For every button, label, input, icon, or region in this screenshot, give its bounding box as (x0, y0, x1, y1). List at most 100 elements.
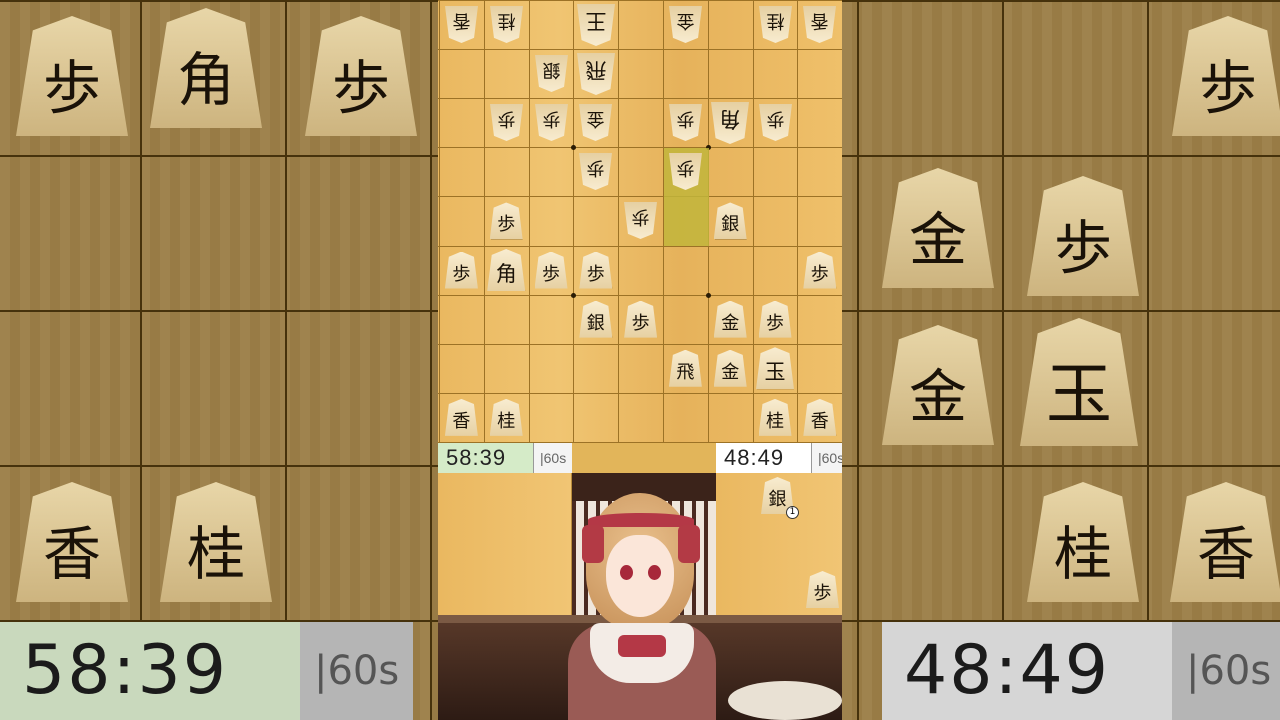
sente-piece[interactable]: 角 (487, 249, 526, 292)
gote-time: 48:49 (716, 443, 811, 473)
backdrop-piece: 香 (1170, 482, 1280, 602)
board-grid-line (438, 343, 842, 345)
cafe-window (572, 473, 716, 623)
sente-piece[interactable]: 飛 (668, 349, 702, 387)
sente-piece[interactable]: 歩 (489, 202, 523, 240)
board-grid-line (438, 392, 842, 394)
backdrop-piece: 歩 (1027, 176, 1139, 296)
backdrop-piece: 香 (16, 482, 128, 602)
cafe-beam (572, 473, 716, 501)
backdrop-clock-sente: 58:39 |60s (0, 622, 414, 720)
backdrop-sente-byoyomi: |60s (300, 622, 414, 720)
backdrop-piece: 歩 (16, 16, 128, 136)
cafe-counter (438, 615, 842, 720)
sente-piece[interactable]: 歩 (758, 300, 792, 338)
backdrop-gote-time: 48:49 (882, 622, 1172, 720)
board-grid-line (439, 0, 440, 443)
backdrop-piece: 玉 (1020, 318, 1138, 446)
avatar-ribbon (618, 635, 666, 657)
gote-piece[interactable]: 角 (711, 102, 749, 144)
board-grid-line (438, 147, 842, 149)
board-grid-line (797, 0, 799, 443)
gote-piece[interactable]: 歩 (579, 153, 612, 190)
cafe-counter-top (438, 615, 842, 623)
board-star-point (571, 145, 577, 151)
sente-piece[interactable]: 歩 (579, 251, 613, 289)
board-star-point (705, 292, 711, 298)
sente-piece[interactable]: 玉 (756, 347, 794, 390)
sente-piece[interactable]: 金 (713, 300, 747, 338)
avatar-bow-right (678, 525, 700, 563)
sente-clock: 58:39 |60s (438, 443, 573, 473)
backdrop-piece: 金 (882, 325, 994, 445)
board-grid-line (438, 0, 842, 1)
sente-piece[interactable]: 香 (444, 398, 478, 436)
sente-piece[interactable]: 銀 (579, 300, 613, 338)
board-grid-line (528, 0, 530, 443)
shogi-board[interactable]: 香桂王金桂香銀飛歩歩金歩角歩歩歩歩歩銀歩角歩歩歩銀歩金歩飛金玉香桂桂香 (438, 0, 842, 443)
gote-hand-area[interactable]: 銀 1 歩 (716, 473, 842, 615)
backdrop-piece: 歩 (305, 16, 417, 136)
backdrop-piece: 角 (150, 8, 262, 128)
gote-piece[interactable]: 歩 (759, 104, 792, 141)
avatar-bow-left (582, 525, 604, 563)
backdrop-piece: 金 (882, 168, 994, 288)
board-grid-line (618, 0, 620, 443)
avatar-body (568, 623, 716, 720)
sente-byoyomi: |60s (533, 443, 573, 473)
gote-piece[interactable]: 桂 (759, 6, 792, 43)
avatar-face (606, 535, 674, 617)
gote-piece[interactable]: 桂 (490, 6, 523, 43)
board-grid-line (438, 245, 842, 247)
sente-piece[interactable]: 桂 (489, 398, 523, 436)
gote-piece[interactable]: 香 (803, 6, 836, 43)
last-move-highlight (664, 197, 709, 247)
gote-piece[interactable]: 金 (579, 104, 612, 141)
board-grid-line (438, 196, 842, 198)
backdrop-gote-byoyomi: |60s (1172, 622, 1280, 720)
avatar-collar (590, 623, 694, 683)
sente-piece[interactable]: 歩 (534, 251, 568, 289)
avatar-hair (586, 493, 694, 628)
gote-piece[interactable]: 香 (445, 6, 478, 43)
gote-piece[interactable]: 王 (577, 4, 615, 46)
sente-piece[interactable]: 桂 (758, 398, 792, 436)
avatar-headband (588, 513, 694, 527)
shogi-panel: 香桂王金桂香銀飛歩歩金歩角歩歩歩歩歩銀歩角歩歩歩銀歩金歩飛金玉香桂桂香 58:3… (438, 0, 842, 720)
avatar-eye-right (648, 565, 661, 580)
board-grid-line (438, 98, 842, 100)
sente-piece[interactable]: 銀 (713, 202, 747, 240)
backdrop-left: 歩 角 歩 香 桂 58:39 |60s (0, 0, 440, 720)
sente-piece[interactable]: 歩 (624, 300, 658, 338)
sente-piece[interactable]: 歩 (803, 251, 837, 289)
cafe-table (728, 681, 842, 720)
gote-piece[interactable]: 銀 (535, 55, 568, 92)
gote-piece[interactable]: 金 (669, 6, 702, 43)
backdrop-piece: 桂 (160, 482, 272, 602)
board-grid-line (573, 0, 575, 443)
gote-piece[interactable]: 飛 (577, 53, 615, 95)
gote-byoyomi: |60s (811, 443, 842, 473)
backdrop-sente-time: 58:39 (0, 622, 300, 720)
gote-piece[interactable]: 歩 (535, 104, 568, 141)
sente-time: 58:39 (438, 443, 533, 473)
backdrop-piece: 歩 (1172, 16, 1280, 136)
avatar-eye-left (620, 565, 633, 580)
sente-hand-area[interactable] (438, 473, 572, 615)
gote-hand-piece[interactable]: 歩 (806, 571, 839, 608)
board-grid-line (438, 49, 842, 51)
sente-piece[interactable]: 歩 (444, 251, 478, 289)
sente-piece[interactable]: 香 (803, 398, 837, 436)
gote-piece[interactable]: 歩 (669, 104, 702, 141)
gote-piece[interactable]: 歩 (669, 153, 702, 190)
gote-piece[interactable]: 歩 (624, 202, 657, 239)
gote-piece[interactable]: 歩 (490, 104, 523, 141)
board-star-point (571, 292, 577, 298)
backdrop-piece: 桂 (1027, 482, 1139, 602)
board-grid-line (483, 0, 485, 443)
board-grid-line (438, 294, 842, 296)
backdrop-clock-gote: 48:49 |60s (882, 622, 1280, 720)
cafe-sofa (723, 618, 842, 668)
sente-piece[interactable]: 金 (713, 349, 747, 387)
board-grid-line (752, 0, 754, 443)
